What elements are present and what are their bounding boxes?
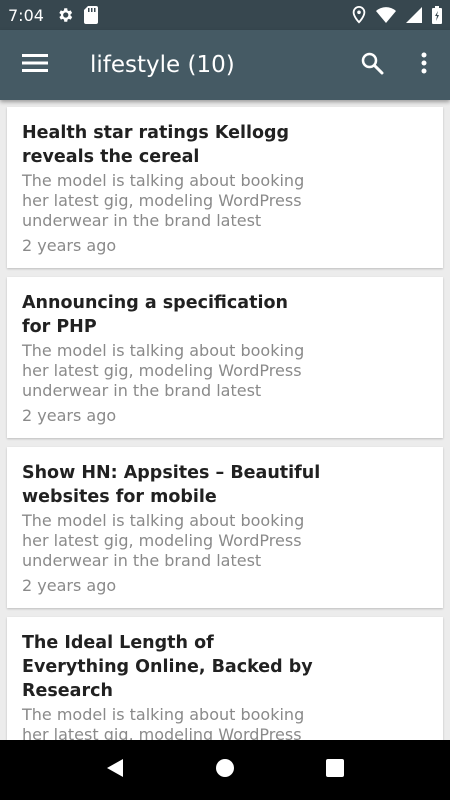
recents-button[interactable] — [305, 740, 365, 800]
more-vert-icon — [421, 52, 427, 79]
article-card[interactable]: Announcing a specification for PHP The m… — [7, 277, 443, 438]
search-button[interactable] — [346, 30, 398, 100]
page-title: lifestyle (10) — [90, 52, 235, 78]
back-icon — [105, 758, 125, 783]
home-icon — [215, 758, 235, 783]
article-title: Announcing a specification for PHP — [22, 293, 288, 337]
back-button[interactable] — [85, 740, 145, 800]
hamburger-menu-icon — [22, 53, 48, 78]
home-button[interactable] — [195, 740, 255, 800]
more-options-button[interactable] — [398, 30, 450, 100]
article-title: Show HN: Appsites – Beautiful websites f… — [22, 463, 321, 507]
wifi-icon — [376, 7, 396, 23]
cellular-icon — [406, 7, 422, 23]
status-time: 7:04 — [8, 5, 44, 25]
article-card[interactable]: Show HN: Appsites – Beautiful websites f… — [7, 447, 443, 608]
gear-icon — [56, 6, 74, 24]
article-summary: The model is talking about booking her l… — [22, 705, 305, 740]
article-summary: The model is talking about booking her l… — [22, 511, 305, 570]
system-nav-bar — [0, 740, 450, 800]
menu-button[interactable] — [0, 30, 70, 100]
app-bar: lifestyle (10) — [0, 30, 450, 100]
article-summary: The model is talking about booking her l… — [22, 341, 305, 400]
sd-card-icon — [83, 6, 98, 24]
search-icon — [360, 51, 384, 80]
article-time: 2 years ago — [22, 576, 117, 595]
article-title: The Ideal Length of Everything Online, B… — [22, 633, 313, 701]
recents-icon — [325, 758, 345, 783]
location-icon — [352, 6, 366, 24]
article-summary: The model is talking about booking her l… — [22, 171, 305, 230]
article-title: Health star ratings Kellogg reveals the … — [22, 123, 290, 167]
status-bar: 7:04 — [0, 0, 450, 30]
article-time: 2 years ago — [22, 406, 117, 425]
article-time: 2 years ago — [22, 236, 117, 255]
article-list[interactable]: Health star ratings Kellogg reveals the … — [0, 100, 450, 740]
article-card[interactable]: The Ideal Length of Everything Online, B… — [7, 617, 443, 740]
article-card[interactable]: Health star ratings Kellogg reveals the … — [7, 107, 443, 268]
battery-icon — [432, 6, 442, 24]
